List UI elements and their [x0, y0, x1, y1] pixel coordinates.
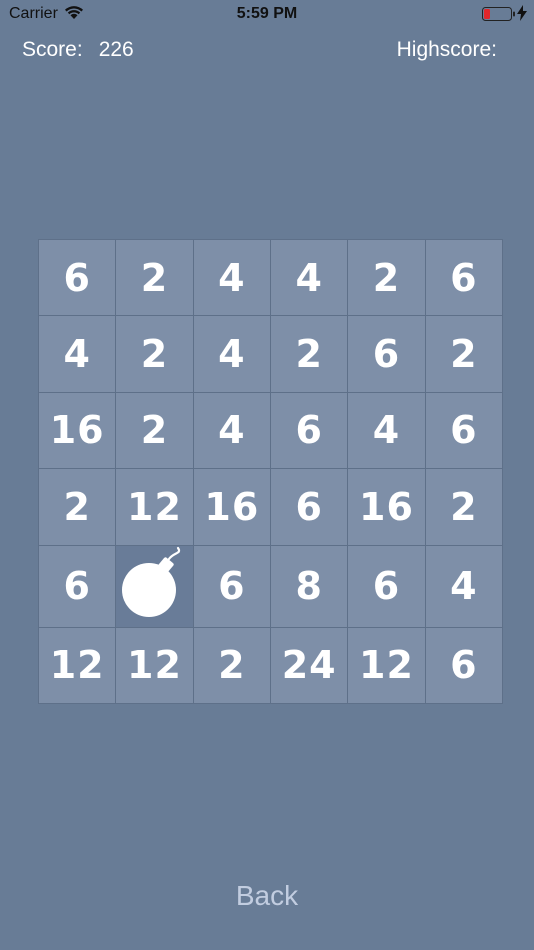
- board-tile[interactable]: 4: [193, 316, 270, 392]
- board-tile[interactable]: 2: [271, 316, 348, 392]
- board-tile[interactable]: 4: [39, 316, 116, 392]
- board-tile[interactable]: 12: [116, 627, 193, 703]
- board-tile[interactable]: 6: [425, 627, 502, 703]
- score-display: Score: 226: [22, 38, 134, 62]
- board-tile[interactable]: 2: [116, 316, 193, 392]
- board-tile[interactable]: 4: [271, 240, 348, 316]
- board-tile[interactable]: 16: [348, 469, 425, 545]
- board-tile[interactable]: 6: [39, 240, 116, 316]
- board-tile[interactable]: 6: [271, 392, 348, 469]
- board-tile[interactable]: 16: [39, 392, 116, 469]
- game-board: 6 2 4 4 2 6 4 2 4 2 6 2 16 2 4 6 4 6 2 12 16 6 16 2 6 6 8 6 4 12 12 2 24…: [38, 239, 503, 704]
- bomb-tile[interactable]: [116, 545, 193, 627]
- board-tile[interactable]: 2: [116, 240, 193, 316]
- board-tile[interactable]: 2: [425, 316, 502, 392]
- highscore-display: Highscore:: [397, 38, 497, 62]
- board-tile[interactable]: 4: [348, 392, 425, 469]
- board-tile[interactable]: 4: [193, 240, 270, 316]
- board-tile[interactable]: 6: [348, 545, 425, 627]
- board-tile[interactable]: 6: [425, 240, 502, 316]
- board-tile[interactable]: 6: [193, 545, 270, 627]
- board-tile[interactable]: 4: [193, 392, 270, 469]
- score-label: Score:: [22, 38, 83, 61]
- board-tile[interactable]: 4: [425, 545, 502, 627]
- status-bar: Carrier 5:59 PM: [0, 0, 534, 28]
- board-tile[interactable]: 6: [271, 469, 348, 545]
- board-tile[interactable]: 6: [39, 545, 116, 627]
- board-tile[interactable]: 24: [271, 627, 348, 703]
- board-tile[interactable]: 6: [348, 316, 425, 392]
- battery-icon: [482, 7, 516, 26]
- board-tile[interactable]: 16: [193, 469, 270, 545]
- highscore-label: Highscore:: [396, 38, 497, 61]
- board-tile[interactable]: 2: [425, 469, 502, 545]
- board-tile[interactable]: 2: [39, 469, 116, 545]
- board-tile[interactable]: 2: [116, 392, 193, 469]
- back-button[interactable]: Back: [0, 880, 534, 912]
- status-time: 5:59 PM: [236, 5, 298, 22]
- board-tile[interactable]: 12: [39, 627, 116, 703]
- board-tile[interactable]: 2: [348, 240, 425, 316]
- board-tile[interactable]: 6: [425, 392, 502, 469]
- score-value: 226: [98, 38, 134, 61]
- board-tile[interactable]: 12: [116, 469, 193, 545]
- charging-bolt-icon: [517, 5, 527, 26]
- board-tile[interactable]: 12: [348, 627, 425, 703]
- board-tile[interactable]: 2: [193, 627, 270, 703]
- bomb-icon: [122, 546, 186, 627]
- board-tile[interactable]: 8: [271, 545, 348, 627]
